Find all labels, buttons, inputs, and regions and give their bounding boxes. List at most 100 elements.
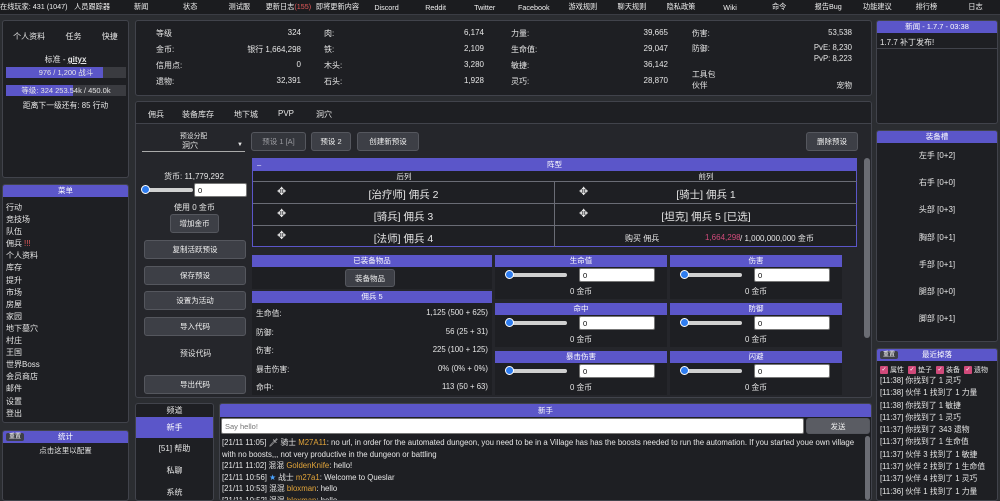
statistics-config-link[interactable]: 点击这里以配置 (3, 445, 128, 456)
tab-quick[interactable]: 快捷 (102, 31, 118, 42)
nav-news[interactable]: 新闻 (117, 2, 166, 12)
preset-1-button[interactable]: 预设 1 [A] (251, 132, 306, 151)
tab-pvp[interactable]: PVP (278, 109, 294, 118)
formation-slot[interactable]: ✥ [骑士] 佣兵 1 (555, 181, 857, 203)
drop-filter-checkbox[interactable]: ✓ 属性 (880, 364, 904, 375)
menu-item[interactable]: 村庄 (6, 335, 125, 347)
nav-upcoming[interactable]: 即将更新内容 (313, 2, 362, 12)
nav-reddit[interactable]: Reddit (411, 3, 460, 12)
pet-label[interactable]: 宠物 (836, 80, 852, 91)
set-active-button[interactable]: 设置为活动 (144, 291, 246, 310)
upgrade-slider-thumb[interactable] (505, 366, 514, 375)
equipment-slot[interactable]: 腿部 [0+0] (877, 286, 997, 313)
preset-2-button[interactable]: 预设 2 (311, 132, 351, 151)
upgrade-slider[interactable] (505, 366, 567, 375)
gold-slider-thumb[interactable] (141, 185, 150, 194)
nav-bug-report[interactable]: 报告Bug (804, 2, 853, 12)
equip-items-button[interactable]: 装备物品 (345, 269, 395, 287)
tab-cave[interactable]: 洞穴 (316, 109, 332, 120)
equipment-slot[interactable]: 胸部 [0+1] (877, 232, 997, 259)
upgrade-slider-thumb[interactable] (680, 270, 689, 279)
upgrade-slider[interactable] (505, 318, 567, 327)
equipment-slot[interactable]: 手部 [0+1] (877, 259, 997, 286)
gold-input[interactable] (194, 183, 247, 197)
upgrade-input[interactable] (579, 316, 655, 330)
tab-quests[interactable]: 任务 (65, 31, 81, 42)
upgrade-slider-thumb[interactable] (680, 318, 689, 327)
nav-people-tracker[interactable]: 人员跟踪器 (68, 2, 117, 12)
formation-slot[interactable]: ✥ [治疗师] 佣兵 2 (253, 181, 554, 203)
chat-username[interactable]: bloxman (287, 484, 316, 493)
chat-username[interactable]: M27A11 (298, 438, 326, 447)
drop-filter-checkbox[interactable]: ✓ 垫子 (908, 364, 932, 375)
toolkit-label[interactable]: 工具包 (692, 69, 852, 80)
collapse-icon[interactable]: – (257, 159, 261, 171)
delete-preset-button[interactable]: 删除预设 (806, 132, 858, 151)
export-code-button[interactable]: 导出代码 (144, 375, 246, 394)
tab-dungeon[interactable]: 地下城 (234, 109, 258, 120)
checkbox-checked-icon[interactable]: ✓ (880, 365, 888, 374)
menu-item[interactable]: 会员商店 (6, 371, 125, 383)
channel-newbie[interactable]: 新手 (136, 417, 213, 438)
menu-item[interactable]: 世界Boss (6, 359, 125, 371)
buy-mercenary-row[interactable]: 购买 佣兵 1,664,298 / 1,000,000,000 金币 (555, 225, 857, 247)
username[interactable]: gityx (68, 55, 87, 64)
nav-discord[interactable]: Discord (362, 3, 411, 12)
nav-facebook[interactable]: Facebook (509, 3, 558, 12)
drop-filter-checkbox[interactable]: ✓ 遗物 (964, 364, 988, 375)
checkbox-checked-icon[interactable]: ✓ (908, 365, 916, 374)
chat-input[interactable] (221, 418, 804, 434)
nav-feature-request[interactable]: 功能建议 (853, 2, 902, 12)
menu-item[interactable]: 王国 (6, 347, 125, 359)
equipment-slot[interactable]: 左手 [0+2] (877, 150, 997, 177)
menu-item[interactable]: 个人资料 (6, 250, 125, 262)
formation-slot[interactable]: ✥ [坦克] 佣兵 5 [已选] (555, 203, 857, 225)
tab-equipment-inventory[interactable]: 装备库存 (182, 109, 214, 120)
upgrade-slider[interactable] (680, 318, 742, 327)
nav-log[interactable]: 日志 (951, 2, 1000, 12)
channel-private[interactable]: 私聊 (136, 460, 213, 482)
menu-item[interactable]: 邮件 (6, 383, 125, 395)
upgrade-slider[interactable] (680, 366, 742, 375)
menu-item[interactable]: 竞技场 (6, 214, 125, 226)
equipment-slot[interactable]: 头部 [0+3] (877, 204, 997, 231)
upgrade-slider[interactable] (505, 270, 567, 279)
checkbox-checked-icon[interactable]: ✓ (964, 365, 972, 374)
upgrade-slider[interactable] (680, 270, 742, 279)
add-gold-button[interactable]: 增加金币 (170, 214, 219, 233)
tab-mercenaries[interactable]: 佣兵 (148, 109, 164, 120)
preset-select[interactable]: 洞穴 ▼ (142, 139, 245, 152)
upgrade-input[interactable] (579, 268, 655, 282)
send-button[interactable]: 发送 (806, 418, 870, 434)
chat-scrollbar[interactable] (865, 436, 870, 500)
import-code-button[interactable]: 导入代码 (144, 317, 246, 336)
nav-game-rules[interactable]: 游戏规则 (558, 2, 607, 12)
menu-item[interactable]: 库存 (6, 262, 125, 274)
nav-chat-rules[interactable]: 聊天规则 (607, 2, 656, 12)
menu-item[interactable]: 家园 (6, 311, 125, 323)
menu-item[interactable]: 行动 (6, 202, 125, 214)
upgrade-input[interactable] (754, 316, 830, 330)
menu-item[interactable]: 佣兵!!! (6, 238, 125, 250)
drop-filter-checkbox[interactable]: ✓ 装备 (936, 364, 960, 375)
copy-active-preset-button[interactable]: 复制活跃预设 (144, 240, 246, 259)
news-title[interactable]: 新闻 - 1.7.7 - 03:38 (877, 21, 997, 33)
nav-status[interactable]: 状态 (166, 2, 215, 12)
nav-privacy[interactable]: 隐私政策 (656, 2, 705, 12)
mercenary-scrollbar[interactable] (864, 158, 870, 338)
menu-item[interactable]: 房屋 (6, 299, 125, 311)
chat-username[interactable]: m27a1 (296, 473, 320, 482)
menu-item[interactable]: 登出 (6, 408, 125, 420)
menu-item[interactable]: 提升 (6, 275, 125, 287)
nav-leaderboard[interactable]: 排行榜 (902, 2, 951, 12)
drops-reset-button[interactable]: 重置 (880, 351, 899, 359)
nav-twitter[interactable]: Twitter (460, 3, 509, 12)
nav-changelog[interactable]: 更新日志(155) (264, 2, 313, 12)
menu-item[interactable]: 队伍 (6, 226, 125, 238)
upgrade-input[interactable] (754, 268, 830, 282)
stats-reset-button[interactable]: 重置 (6, 433, 25, 441)
buy-mercenary-label[interactable]: 购买 佣兵 (625, 233, 659, 244)
upgrade-input[interactable] (754, 364, 830, 378)
menu-item[interactable]: 地下墓穴 (6, 323, 125, 335)
formation-slot[interactable]: ✥ [法师] 佣兵 4 (253, 225, 554, 247)
